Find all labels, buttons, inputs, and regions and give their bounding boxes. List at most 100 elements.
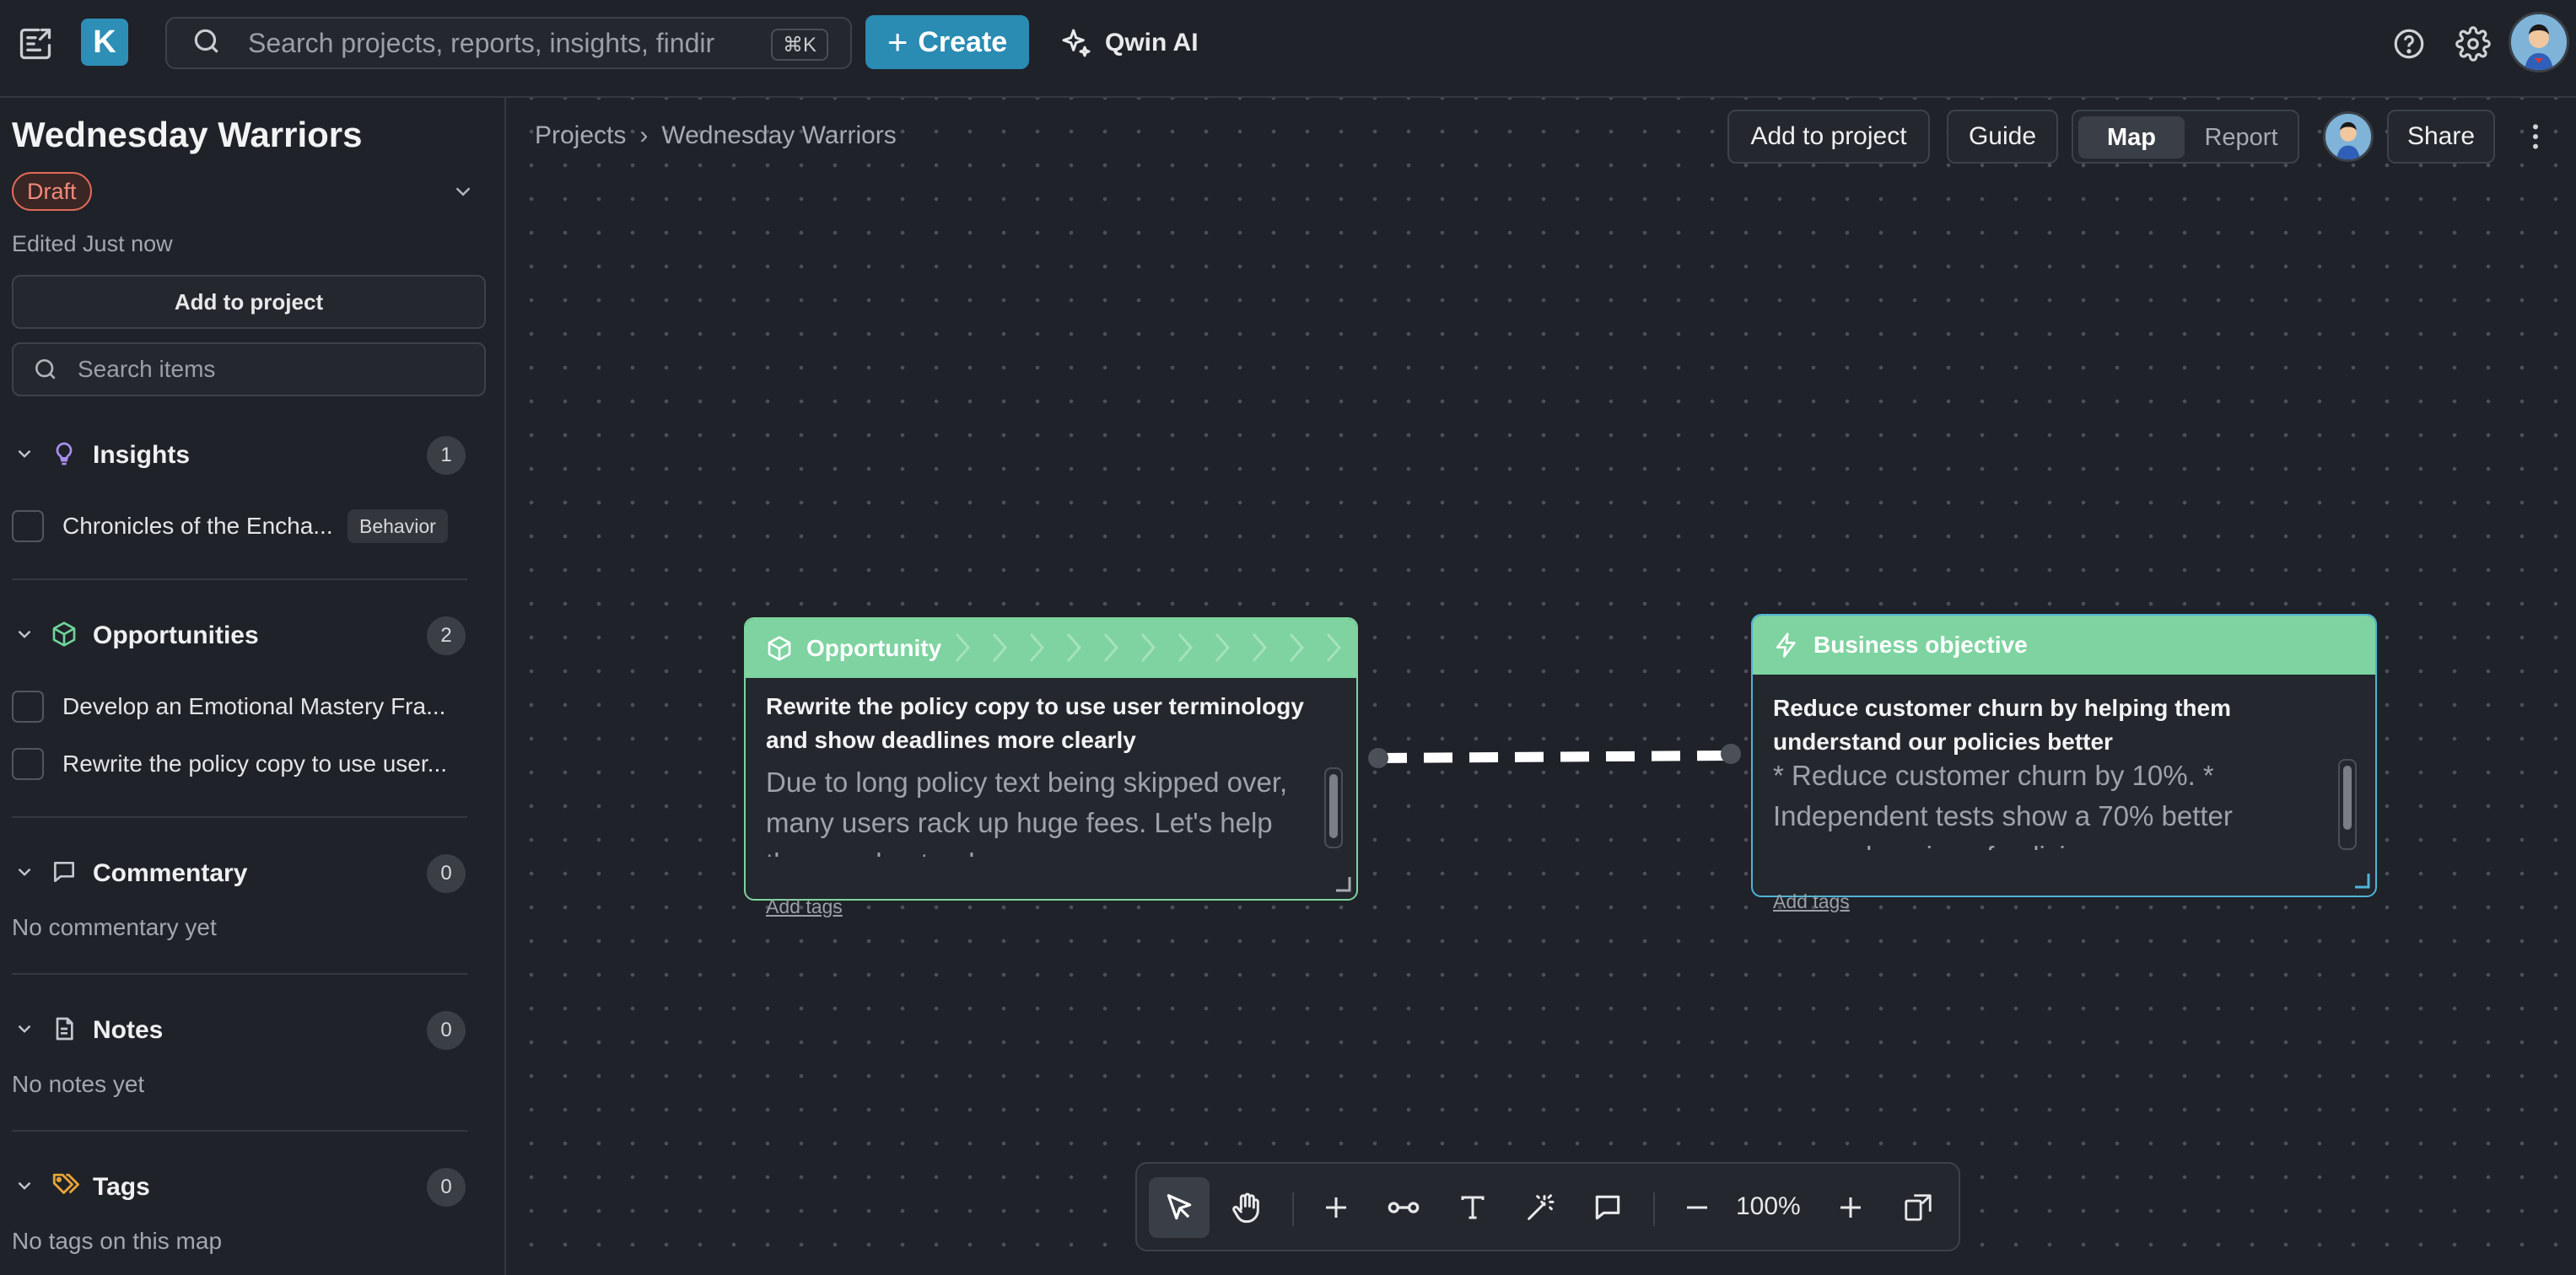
plus-icon[interactable]: [1820, 1177, 1881, 1238]
list-item[interactable]: Chronicles of the Encha... Behavior: [0, 503, 506, 550]
opportunity-node[interactable]: Opportunity Rewrite the policy copy to u…: [744, 617, 1358, 901]
business-objective-node[interactable]: Business objective Reduce customer churn…: [1751, 614, 2377, 897]
search-items-input[interactable]: Search items: [78, 356, 215, 383]
qwin-ai-label: Qwin AI: [1105, 29, 1199, 56]
node-scrollbar[interactable]: [1324, 767, 1343, 848]
fit-screen-icon[interactable]: [1888, 1177, 1948, 1238]
section-count: 2: [427, 616, 466, 655]
magic-wand-icon[interactable]: [1510, 1177, 1571, 1238]
section-label: Opportunities: [93, 621, 259, 649]
canvas-toolbar: 100%: [1135, 1162, 1960, 1251]
section-label: Notes: [93, 1016, 164, 1044]
search-items-field[interactable]: Search items: [12, 342, 486, 396]
lightbulb-icon: [51, 440, 78, 471]
item-label: Rewrite the policy copy to use user...: [62, 750, 447, 777]
note-icon: [51, 1015, 78, 1046]
lightning-icon: [1776, 632, 1796, 658]
comment-icon[interactable]: [1577, 1177, 1638, 1238]
top-bar: K Search projects, reports, insights, fi…: [0, 0, 2576, 98]
empty-state: No commentary yet: [12, 914, 217, 940]
plus-icon[interactable]: [1306, 1177, 1366, 1238]
checkbox[interactable]: [12, 510, 44, 542]
export-icon[interactable]: [15, 24, 56, 64]
section-count: 0: [427, 1011, 466, 1050]
search-icon: [35, 359, 56, 379]
chevron-down-icon: [13, 1018, 35, 1044]
comment-icon: [51, 858, 78, 890]
edited-status: Edited Just now: [12, 231, 173, 256]
node-title[interactable]: Rewrite the policy copy to use user term…: [766, 690, 1314, 757]
section-count: 1: [427, 436, 466, 475]
add-tags-link[interactable]: Add tags: [1773, 890, 1850, 913]
search-input[interactable]: Search projects, reports, insights, find…: [248, 28, 754, 59]
create-label: Create: [918, 25, 1008, 58]
sidebar: Wednesday Warriors Draft Edited Just now…: [0, 98, 506, 1275]
section-tags[interactable]: Tags 0: [0, 1162, 506, 1213]
resize-handle-icon[interactable]: [2353, 872, 2370, 889]
node-header: Opportunity: [746, 619, 1356, 678]
node-description[interactable]: Due to long policy text being skipped ov…: [766, 762, 1314, 857]
text-icon[interactable]: [1442, 1177, 1503, 1238]
section-notes[interactable]: Notes 0: [0, 1005, 506, 1056]
chevron-down-icon: [13, 1175, 35, 1201]
chevron-down-icon: [13, 861, 35, 887]
qwin-ai-button[interactable]: Qwin AI: [1059, 19, 1199, 67]
section-count: 0: [427, 1168, 466, 1207]
global-search[interactable]: Search projects, reports, insights, find…: [165, 17, 852, 69]
section-label: Commentary: [93, 859, 248, 887]
section-label: Tags: [93, 1173, 150, 1201]
resize-handle-icon[interactable]: [1334, 875, 1351, 892]
section-opportunities[interactable]: Opportunities 2: [0, 611, 506, 661]
create-button[interactable]: + Create: [865, 15, 1029, 69]
hand-icon[interactable]: [1216, 1177, 1277, 1238]
add-to-project-button[interactable]: Add to project: [12, 275, 486, 329]
section-commentary[interactable]: Commentary 0: [0, 848, 506, 899]
status-badge: Draft: [12, 172, 92, 211]
chevron-down-icon: [13, 443, 35, 469]
list-item[interactable]: Develop an Emotional Mastery Fra...: [0, 683, 506, 730]
divider: [12, 973, 467, 975]
section-count: 0: [427, 854, 466, 893]
connector-icon[interactable]: [1373, 1177, 1434, 1238]
chevron-down-icon: [13, 623, 35, 649]
checkbox[interactable]: [12, 691, 44, 723]
cube-icon: [51, 621, 78, 652]
node-header: Business objective: [1753, 616, 2375, 675]
pointer-icon[interactable]: [1149, 1177, 1210, 1238]
plus-icon: +: [887, 22, 908, 62]
empty-state: No tags on this map: [12, 1228, 223, 1254]
user-avatar[interactable]: [2509, 12, 2569, 73]
node-type-label: Opportunity: [806, 635, 942, 661]
divider: [12, 816, 467, 818]
node-title[interactable]: Reduce customer churn by helping them un…: [1773, 691, 2330, 759]
search-icon: [191, 25, 223, 62]
section-insights[interactable]: Insights 1: [0, 430, 506, 481]
add-tags-link[interactable]: Add tags: [766, 896, 843, 918]
node-scrollbar[interactable]: [2338, 759, 2357, 850]
tags-icon: [51, 1171, 80, 1204]
checkbox[interactable]: [12, 748, 44, 780]
logo-letter: K: [93, 24, 116, 60]
node-type-label: Business objective: [1813, 632, 2028, 658]
list-item[interactable]: Rewrite the policy copy to use user...: [0, 740, 506, 788]
chevron-pattern: [955, 633, 1341, 662]
divider: [12, 1130, 467, 1132]
sparkle-icon: [1062, 29, 1091, 57]
map-canvas[interactable]: Projects › Wednesday Warriors Add to pro…: [508, 98, 2576, 1275]
search-shortcut: ⌘K: [770, 29, 828, 61]
toolbar-divider: [1653, 1192, 1655, 1226]
map-title: Wednesday Warriors: [12, 115, 363, 154]
help-icon[interactable]: [2389, 24, 2429, 64]
node-description[interactable]: * Reduce customer churn by 10%. * Indepe…: [1773, 756, 2330, 850]
minus-icon[interactable]: [1667, 1177, 1727, 1238]
cube-icon: [768, 636, 791, 661]
gear-icon[interactable]: [2453, 24, 2493, 64]
app-logo[interactable]: K: [81, 19, 128, 66]
section-label: Insights: [93, 441, 191, 469]
item-tag: Behavior: [348, 509, 448, 543]
empty-state: No notes yet: [12, 1071, 145, 1097]
toolbar-divider: [1292, 1192, 1294, 1226]
zoom-level[interactable]: 100%: [1736, 1192, 1801, 1221]
divider: [12, 578, 467, 580]
chevron-down-icon[interactable]: [450, 179, 476, 208]
